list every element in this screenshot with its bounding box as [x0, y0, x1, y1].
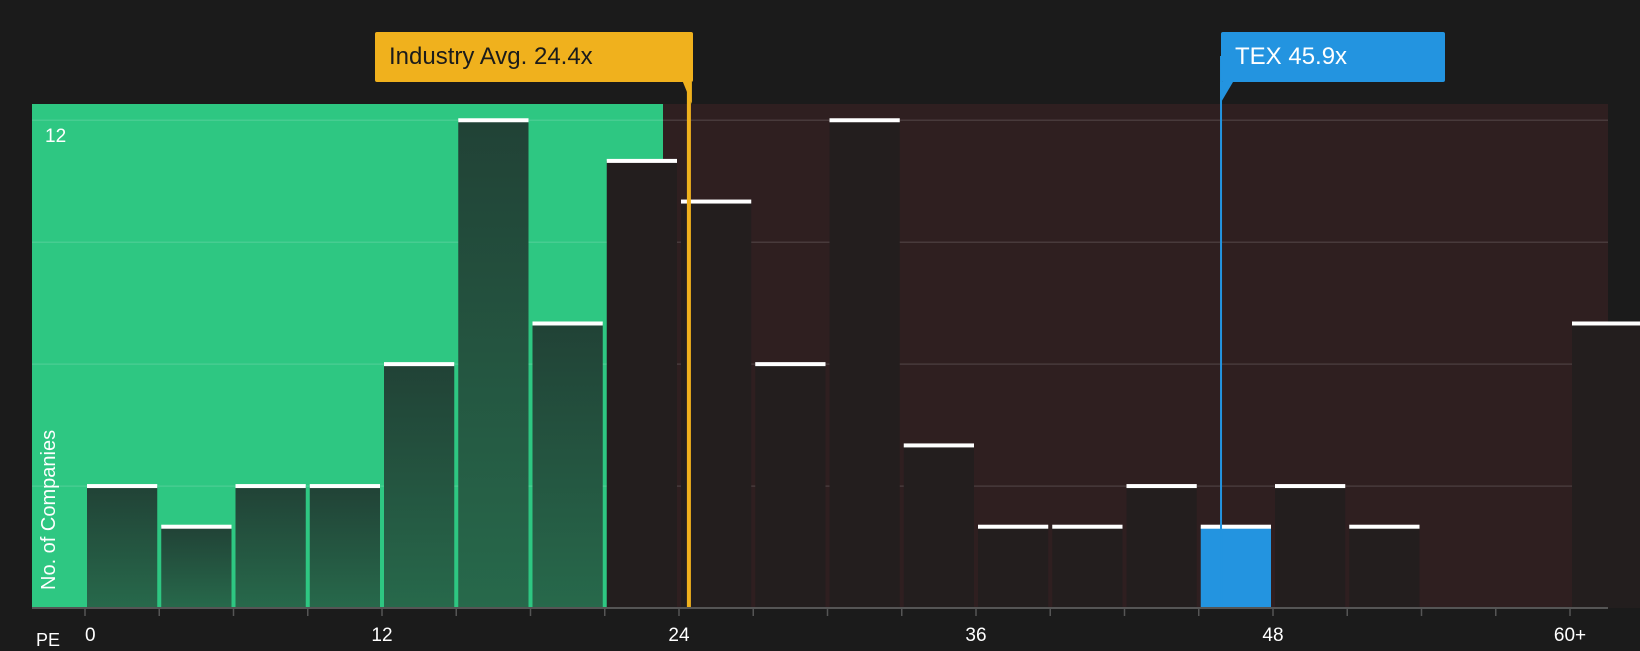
histogram-bar — [458, 120, 529, 609]
histogram-bar — [384, 364, 455, 608]
pe-distribution-chart: 0 12 24 36 48 60+ — [32, 56, 1640, 646]
histogram-bar — [1275, 486, 1346, 608]
tex-pe-line — [1220, 56, 1223, 608]
histogram-bar — [235, 486, 306, 608]
histogram-bar — [755, 364, 826, 608]
bar-cap — [532, 321, 603, 326]
x-tick-label: 24 — [668, 625, 690, 646]
histogram-bar — [829, 120, 900, 609]
industry-average-line — [686, 56, 691, 608]
x-tick-label: 36 — [965, 625, 986, 646]
bar-cap — [235, 484, 306, 489]
bar-cap — [458, 118, 529, 123]
bar-cap — [829, 118, 900, 123]
bar-cap — [161, 524, 232, 529]
x-tick-label: 0 — [85, 625, 96, 646]
tex-pe-callout: TEX 45.9x — [1221, 32, 1445, 82]
bar-cap — [1126, 484, 1197, 489]
x-tick-label: 60+ — [1554, 625, 1586, 646]
tex-pe-pointer — [1220, 82, 1234, 104]
bar-cap — [681, 199, 752, 204]
histogram-bar — [681, 201, 752, 608]
histogram-bar — [1572, 323, 1640, 608]
bar-cap — [384, 362, 455, 367]
bar-cap — [978, 524, 1049, 529]
histogram-bar — [309, 486, 380, 608]
bar-cap — [606, 158, 677, 163]
histogram-bar — [903, 445, 974, 608]
histogram-bar — [1126, 486, 1197, 608]
y-axis-label: No. of Companies — [38, 429, 60, 590]
bar-cap — [1275, 484, 1346, 489]
bar-cap — [1572, 321, 1640, 326]
bar-cap — [1052, 524, 1123, 529]
bar-cap — [755, 362, 826, 367]
histogram-bar — [87, 486, 158, 608]
histogram-bar — [532, 323, 603, 608]
histogram-bar — [1052, 526, 1123, 608]
histogram-bar — [978, 526, 1049, 608]
y-tick-label: 12 — [45, 126, 67, 147]
industry-average-callout: Industry Avg. 24.4x — [375, 32, 693, 82]
histogram-bar — [1349, 526, 1420, 608]
histogram-bar — [161, 526, 232, 608]
bar-cap — [87, 484, 158, 489]
bar-cap — [1200, 524, 1271, 529]
x-axis: 0 12 24 36 48 60+ — [32, 607, 1608, 646]
bar-cap — [1349, 524, 1420, 529]
histogram-bar — [1200, 526, 1271, 608]
x-tick-label: 12 — [371, 625, 392, 646]
bar-cap — [903, 443, 974, 448]
x-axis-label: PE — [36, 630, 61, 650]
bar-cap — [309, 484, 380, 489]
histogram-bar — [606, 160, 677, 608]
x-tick-label: 48 — [1262, 625, 1283, 646]
